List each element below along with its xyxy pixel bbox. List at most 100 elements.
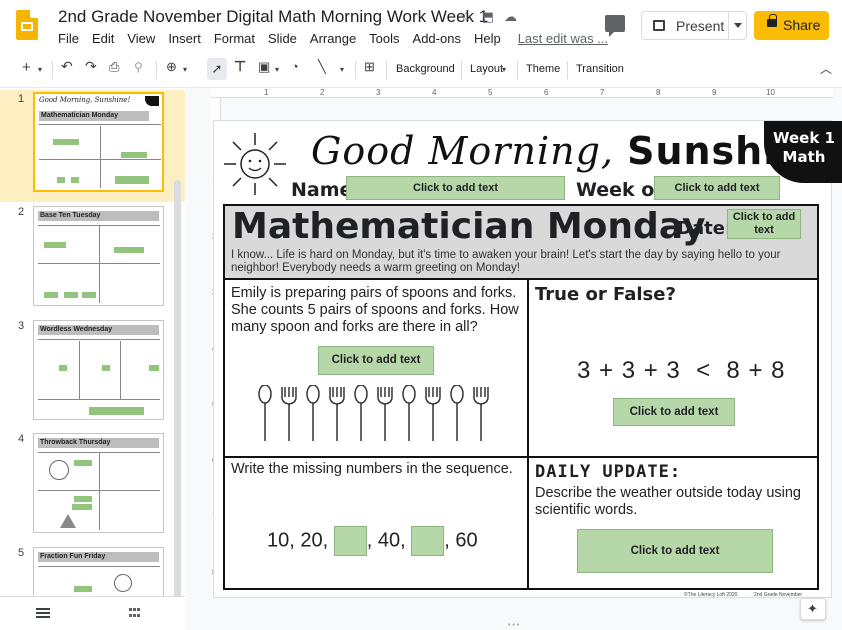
week-of-field[interactable]: Click to add text xyxy=(654,176,780,200)
present-label: Present xyxy=(676,18,725,34)
transition-button[interactable]: Transition xyxy=(576,63,624,75)
question-cell-1: Emily is preparing pairs of spoons and f… xyxy=(225,280,529,458)
date-label: Date: xyxy=(677,218,733,239)
thumb-title: Base Ten Tuesday xyxy=(38,211,159,221)
number-sequence: 10, 20, , 40, , 60 xyxy=(267,526,478,556)
background-button[interactable]: Background xyxy=(396,63,455,75)
cloud-status-icon[interactable]: ☁ xyxy=(504,9,517,25)
slide-thumbnail-3[interactable]: Wordless Wednesday xyxy=(33,320,164,420)
footer-credit: ©The Literacy Loft 2020 xyxy=(684,592,738,598)
share-button[interactable]: Share xyxy=(754,11,829,40)
menu-arrange[interactable]: Arrange xyxy=(310,31,356,46)
slides-logo-icon[interactable] xyxy=(16,10,38,40)
menu-file[interactable]: File xyxy=(58,31,79,46)
speaker-notes-drag-handle[interactable]: • • • xyxy=(508,622,519,629)
filmstrip-view-icon[interactable] xyxy=(36,608,50,618)
share-label: Share xyxy=(783,17,821,33)
menu-edit[interactable]: Edit xyxy=(92,31,114,46)
slide-thumbnail-4[interactable]: Throwback Thursday xyxy=(33,433,164,533)
collapse-toolbar-icon[interactable]: ︿ xyxy=(820,60,832,77)
grid-view-icon[interactable] xyxy=(129,608,141,618)
zoom-icon[interactable]: ⊕ xyxy=(166,59,177,75)
line-dropdown-icon[interactable]: ▾ xyxy=(340,65,344,74)
menu-help[interactable]: Help xyxy=(474,31,501,46)
thumb-title: Wordless Wednesday xyxy=(38,325,159,335)
select-cursor-icon[interactable]: ➚ xyxy=(207,58,227,80)
view-switcher xyxy=(0,596,185,630)
toolbar: + ▾ ↶ ↷ ⎙ ⚲ ⊕ ▾ ➚ ⊤ ▣ ▾ ◔ ╲ ▾ ⊞ Backgrou… xyxy=(0,58,842,82)
day-title: Mathematician Monday xyxy=(232,206,706,247)
star-icon[interactable]: ☆ xyxy=(460,9,472,25)
menu-view[interactable]: View xyxy=(127,31,155,46)
date-field[interactable]: Click to add text xyxy=(727,209,801,239)
equation-text: 3 + 3 + 3 < 8 + 8 xyxy=(577,357,786,384)
answer-field-1[interactable]: Click to add text xyxy=(318,346,434,375)
redo-icon[interactable]: ↷ xyxy=(85,58,97,75)
paint-format-icon[interactable]: ⚲ xyxy=(134,60,143,74)
week-of-label: Week of xyxy=(576,179,663,201)
slide-number: 5 xyxy=(18,547,25,559)
slide-thumbnail-5[interactable]: Fraction Fun Friday xyxy=(33,547,164,597)
document-title[interactable]: 2nd Grade November Digital Math Morning … xyxy=(58,7,488,27)
comment-history-icon[interactable] xyxy=(605,15,625,37)
line-icon[interactable]: ╲ xyxy=(318,59,326,75)
menu-format[interactable]: Format xyxy=(214,31,255,46)
slide-thumbnail-2[interactable]: Base Ten Tuesday xyxy=(33,206,164,306)
thumb-title: Fraction Fun Friday xyxy=(38,552,159,562)
sequence-blank-1[interactable] xyxy=(333,526,367,556)
slide-number: 4 xyxy=(18,433,25,445)
menu-add-ons[interactable]: Add-ons xyxy=(413,31,461,46)
sun-icon xyxy=(224,133,286,195)
present-dropdown-icon[interactable] xyxy=(734,23,742,28)
layout-button[interactable]: Layout xyxy=(470,63,503,75)
top-bar: 2nd Grade November Digital Math Morning … xyxy=(0,0,842,54)
new-slide-icon[interactable]: + xyxy=(22,59,31,76)
slide-thumbnail-1[interactable]: Good Morning, Sunshine! Mathematician Mo… xyxy=(33,92,164,192)
question-cell-2: True or False? 3 + 3 + 3 < 8 + 8 Click t… xyxy=(529,280,817,458)
thumb-title: Throwback Thursday xyxy=(38,438,159,448)
lock-icon xyxy=(767,14,777,27)
name-label: Name xyxy=(291,179,353,201)
sequence-blank-2[interactable] xyxy=(411,526,445,556)
shape-icon[interactable]: ◔ xyxy=(291,59,299,74)
name-field[interactable]: Click to add text xyxy=(346,176,565,200)
zoom-dropdown-icon[interactable]: ▾ xyxy=(183,65,187,74)
sequence-prompt: Write the missing numbers in the sequenc… xyxy=(231,461,513,477)
layout-dropdown-icon[interactable]: ▾ xyxy=(502,65,506,74)
menu-slide[interactable]: Slide xyxy=(268,31,297,46)
filmstrip-scrollbar[interactable] xyxy=(174,180,181,630)
true-false-title: True or False? xyxy=(535,284,676,305)
daily-update-title: DAILY UPDATE: xyxy=(535,462,682,482)
comment-add-icon[interactable]: ⊞ xyxy=(364,59,375,75)
slide[interactable]: Good Morning, Sunshine! Week 1 Math Name… xyxy=(213,120,842,598)
thumb-title: Mathematician Monday xyxy=(39,111,149,121)
slide-number: 2 xyxy=(18,206,25,218)
explore-button[interactable] xyxy=(800,598,826,620)
last-edit-link[interactable]: Last edit was ... xyxy=(518,31,608,46)
image-icon[interactable]: ▣ xyxy=(258,59,270,75)
daily-update-text: Describe the weather outside today using… xyxy=(535,485,801,518)
spoons-forks-icon xyxy=(258,385,489,441)
menu-tools[interactable]: Tools xyxy=(369,31,399,46)
word-problem-text: Emily is preparing pairs of spoons and f… xyxy=(231,285,519,335)
present-icon xyxy=(653,20,665,31)
thumb-header: Good Morning, Sunshine! xyxy=(39,96,131,104)
worksheet-frame: Mathematician Monday Date: Click to add … xyxy=(223,204,819,590)
image-dropdown-icon[interactable]: ▾ xyxy=(275,65,279,74)
horizontal-ruler[interactable]: 1 2 3 4 5 6 7 8 9 10 xyxy=(211,88,833,98)
text-box-icon[interactable]: ⊤ xyxy=(234,58,246,75)
slide-filmstrip: 1 Good Morning, Sunshine! Mathematician … xyxy=(0,88,185,630)
theme-button[interactable]: Theme xyxy=(526,63,560,75)
menu-bar: File Edit View Insert Format Slide Arran… xyxy=(58,31,621,46)
day-banner: Mathematician Monday Date: Click to add … xyxy=(225,206,817,280)
present-button[interactable]: Present xyxy=(641,11,747,40)
print-icon[interactable]: ⎙ xyxy=(109,59,119,75)
answer-field-4[interactable]: Click to add text xyxy=(577,529,773,573)
undo-icon[interactable]: ↶ xyxy=(61,58,73,75)
answer-field-2[interactable]: Click to add text xyxy=(613,398,735,426)
slide-number: 3 xyxy=(18,320,25,332)
new-slide-dropdown-icon[interactable]: ▾ xyxy=(38,65,42,74)
menu-insert[interactable]: Insert xyxy=(168,31,201,46)
move-folder-icon[interactable]: ⬒ xyxy=(482,9,494,25)
footer-grade: 2nd Grade November xyxy=(754,592,803,598)
